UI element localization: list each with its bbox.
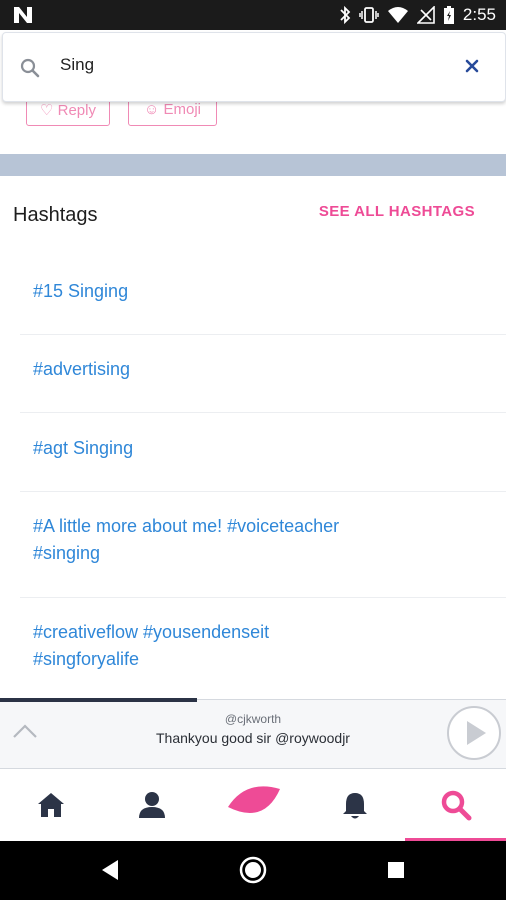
battery-icon xyxy=(443,6,454,24)
hashtags-header: Hashtags SEE ALL HASHTAGS xyxy=(0,176,506,250)
hashtag-label: #agt Singing xyxy=(33,438,134,458)
nav-notifications[interactable] xyxy=(304,769,405,841)
profile-icon xyxy=(138,792,165,818)
nav-search[interactable] xyxy=(405,769,506,841)
home-icon xyxy=(37,793,64,817)
reply-button[interactable]: ♡ Reply xyxy=(26,100,110,126)
play-icon[interactable] xyxy=(446,705,502,761)
recents-icon[interactable] xyxy=(381,855,411,885)
now-playing-username: @cjkworth xyxy=(224,712,282,726)
section-divider xyxy=(0,154,506,176)
reply-button-label: ♡ Reply xyxy=(40,102,96,119)
partial-action-buttons: ♡ Reply ☺ Emoji xyxy=(0,100,506,130)
create-icon xyxy=(227,786,280,813)
hashtags-title: Hashtags xyxy=(13,204,98,226)
hashtag-list: #15 Singing #advertising #agt Singing #A… xyxy=(0,250,506,698)
hashtag-label: #15 Singing xyxy=(33,281,129,301)
status-bar: 2:55 xyxy=(0,0,506,30)
now-playing-bar[interactable]: @cjkworth Thankyou good sir @roywoodjr xyxy=(0,698,506,769)
notifications-icon xyxy=(342,793,367,819)
search-input[interactable]: Sing xyxy=(2,32,506,102)
playback-progress xyxy=(0,698,198,702)
nav-profile[interactable] xyxy=(101,769,202,841)
hashtag-item[interactable]: #A little more about me! #voiceteacher #… xyxy=(20,492,506,598)
hashtag-item[interactable]: #agt Singing xyxy=(20,413,506,492)
hashtag-item[interactable]: #15 Singing xyxy=(20,250,506,335)
search-query: Sing xyxy=(60,55,95,74)
system-navigation-bar xyxy=(0,841,506,900)
status-time: 2:55 xyxy=(462,5,496,24)
hashtag-label: #advertising xyxy=(33,359,131,379)
no-signal-icon xyxy=(416,6,435,24)
now-playing-text: Thankyou good sir @roywoodjr xyxy=(156,730,350,746)
search-icon xyxy=(20,58,40,78)
bottom-navigation xyxy=(0,769,506,841)
bluetooth-icon xyxy=(340,5,351,25)
nav-home[interactable] xyxy=(0,769,101,841)
back-icon[interactable] xyxy=(96,855,126,885)
search-icon xyxy=(441,790,471,821)
close-icon[interactable] xyxy=(461,55,483,77)
hashtag-item[interactable]: #advertising xyxy=(20,335,506,413)
hashtag-label: #creativeflow #yousendenseit #singforyal… xyxy=(33,622,270,669)
see-all-hashtags-link[interactable]: SEE ALL HASHTAGS xyxy=(319,203,475,220)
vibrate-icon xyxy=(359,7,379,23)
nav-create[interactable] xyxy=(203,769,304,841)
emoji-button[interactable]: ☺ Emoji xyxy=(128,100,217,126)
search-bar: Sing xyxy=(0,30,506,102)
emoji-button-label: ☺ Emoji xyxy=(144,101,201,118)
notification-n-icon xyxy=(14,7,32,23)
hashtag-label: #A little more about me! #voiceteacher #… xyxy=(33,516,340,563)
wifi-icon xyxy=(387,7,408,23)
home-circle-icon[interactable] xyxy=(238,855,268,885)
hashtag-item[interactable]: #creativeflow #yousendenseit #singforyal… xyxy=(20,598,506,698)
